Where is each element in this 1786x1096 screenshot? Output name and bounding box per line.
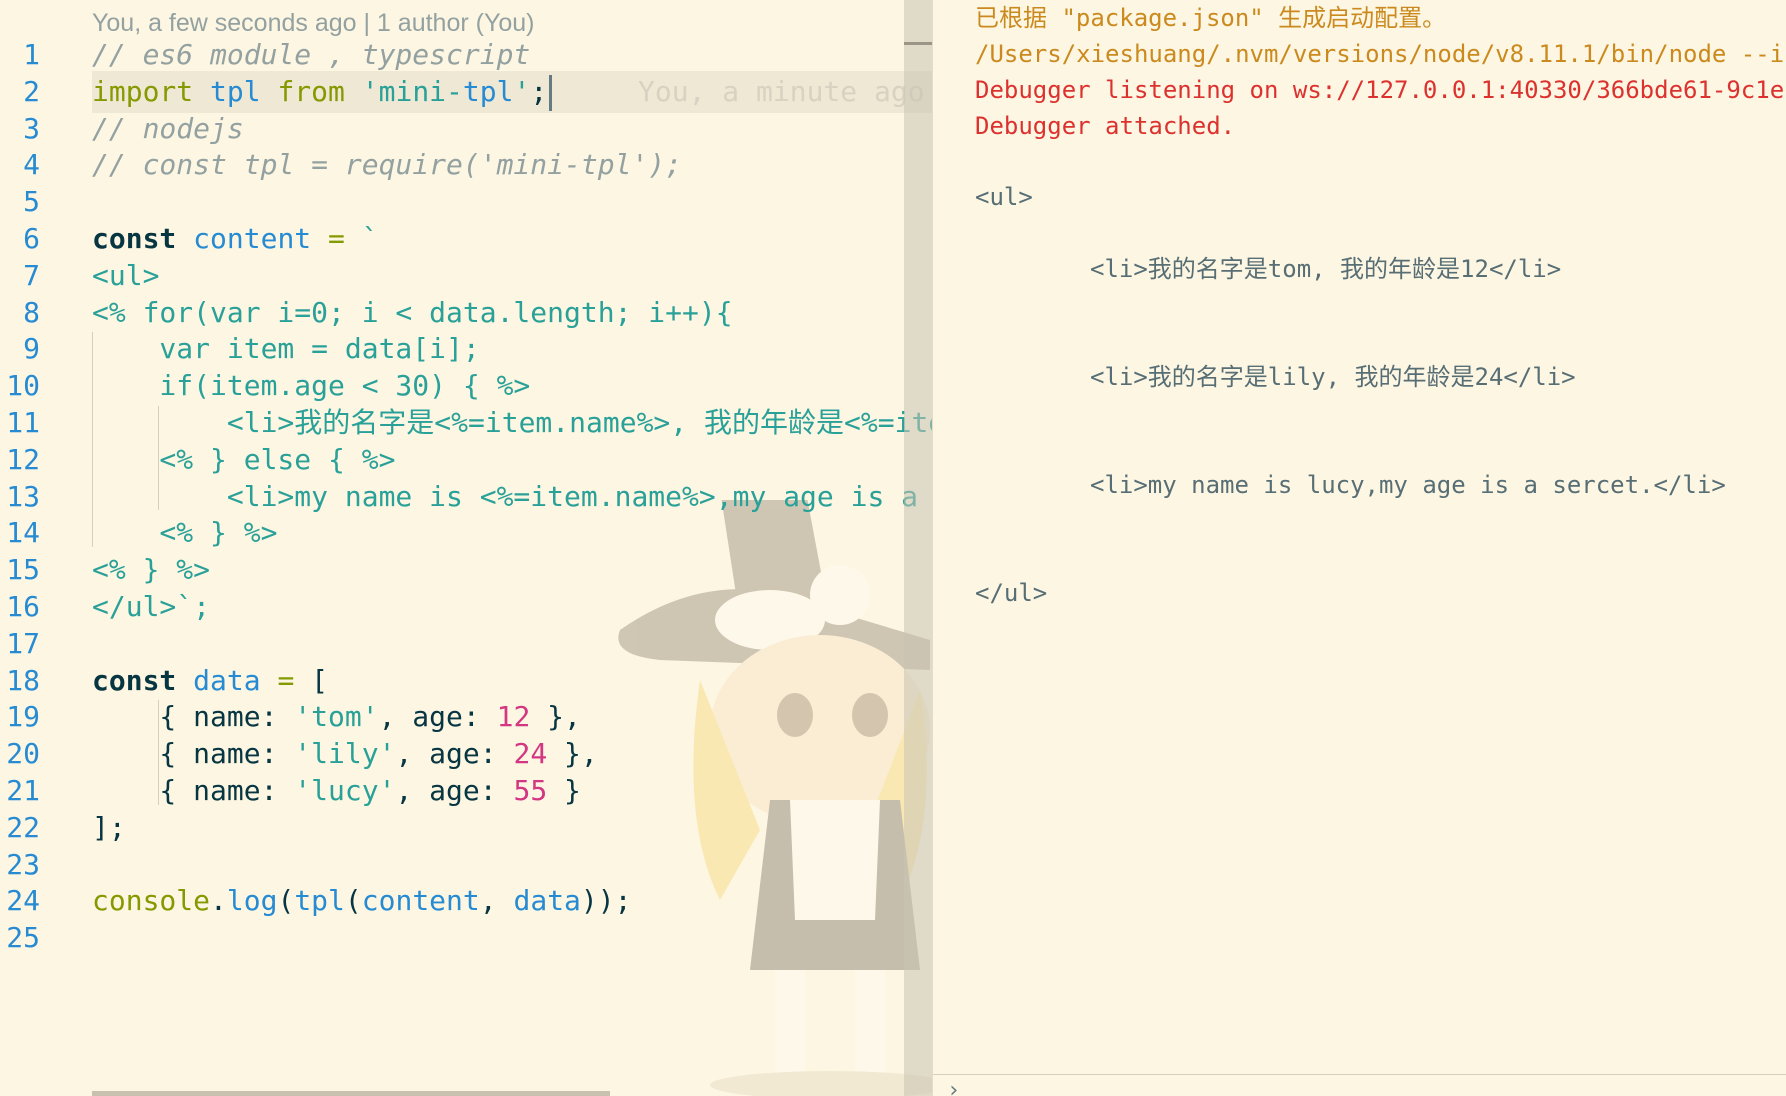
code-line[interactable]: 14 <% } %> — [0, 512, 932, 554]
code-line[interactable]: 21 { name: 'lucy', age: 55 } — [0, 770, 932, 812]
line-number[interactable]: 14 — [0, 512, 40, 554]
line-number[interactable]: 1 — [0, 34, 40, 76]
code-text[interactable]: // es6 module , typescript — [92, 34, 530, 76]
code-editor[interactable]: You, a few seconds ago | 1 author (You) … — [0, 0, 932, 1096]
indent-guide — [158, 700, 159, 805]
line-number[interactable]: 5 — [0, 181, 40, 223]
text-cursor — [549, 74, 553, 111]
code-text[interactable]: </ul>`; — [92, 586, 210, 628]
indent-guide — [92, 332, 93, 548]
line-number[interactable]: 22 — [0, 807, 40, 849]
output-line: Debugger attached. — [975, 112, 1236, 140]
line-number[interactable]: 11 — [0, 402, 40, 444]
code-text[interactable]: const content = ` — [92, 218, 379, 260]
code-line[interactable]: 4 // const tpl = require('mini-tpl'); — [0, 144, 932, 186]
code-line[interactable]: 22]; — [0, 807, 932, 849]
line-number[interactable]: 4 — [0, 144, 40, 186]
code-text[interactable]: <% } %> — [92, 512, 277, 554]
code-line[interactable]: 16 </ul>`; — [0, 586, 932, 628]
code-line[interactable]: 8 <% for(var i=0; i < data.length; i++){ — [0, 292, 932, 334]
output-line: 已根据 "package.json" 生成启动配置。 — [975, 4, 1447, 32]
code-line[interactable]: 10 if(item.age < 30) { %> — [0, 365, 932, 407]
output-line: <li>我的名字是tom, 我的年龄是12</li> — [1090, 255, 1562, 283]
code-text[interactable]: { name: 'tom', age: 12 }, — [92, 696, 580, 738]
code-line[interactable]: 12 <% } else { %> — [0, 439, 932, 481]
code-text[interactable]: var item = data[i]; — [92, 328, 479, 370]
output-line: </ul> — [975, 579, 1048, 607]
code-line[interactable]: 2 import tpl from 'mini-tpl'; You, a minut… — [23, 70, 932, 113]
indent-guide — [158, 406, 159, 511]
line-number[interactable]: 16 — [0, 586, 40, 628]
output-line: <li>我的名字是lily, 我的年龄是24</li> — [1090, 363, 1576, 391]
debug-console-output[interactable]: 已根据 "package.json" 生成启动配置。 /Users/xieshua… — [932, 0, 1786, 1096]
line-number[interactable]: 7 — [0, 255, 40, 297]
line-number[interactable]: 15 — [0, 549, 40, 591]
horizontal-scrollbar[interactable] — [92, 1091, 610, 1096]
code-text[interactable]: if(item.age < 30) { %> — [92, 365, 530, 407]
code-line[interactable]: 11 <li>我的名字是<%=item.name%>, 我的年龄是<%=ite — [0, 402, 932, 444]
console-prompt-icon[interactable]: › — [947, 1078, 960, 1096]
code-line[interactable]: 20 { name: 'lily', age: 24 }, — [0, 733, 932, 775]
code-text[interactable]: <li>my name is <%=item.name%>,my age is … — [92, 476, 918, 518]
line-number[interactable]: 12 — [0, 439, 40, 481]
line-number[interactable]: 8 — [0, 292, 40, 334]
vertical-scrollbar[interactable] — [904, 0, 932, 1096]
code-text[interactable]: // nodejs — [92, 108, 244, 150]
line-number[interactable]: 9 — [0, 328, 40, 370]
code-line[interactable]: 19 { name: 'tom', age: 12 }, — [0, 696, 932, 738]
code-text[interactable]: console.log(tpl(content, data)); — [92, 880, 632, 922]
inline-blame-annotation: You, a minute ago — [638, 74, 925, 108]
output-line: Debugger listening on ws://127.0.0.1:403… — [975, 76, 1786, 104]
code-text[interactable]: <% for(var i=0; i < data.length; i++){ — [92, 292, 733, 334]
code-text[interactable]: // const tpl = require('mini-tpl'); — [92, 144, 682, 186]
output-line: /Users/xieshuang/.nvm/versions/node/v8.1… — [975, 40, 1785, 68]
line-number[interactable]: 23 — [0, 844, 40, 886]
line-number[interactable]: 19 — [0, 696, 40, 738]
code-line[interactable]: 18 const data = [ — [0, 660, 932, 702]
console-input-divider — [933, 1074, 1786, 1075]
line-number[interactable]: 25 — [0, 917, 40, 959]
line-number[interactable]: 2 — [0, 71, 40, 113]
line-number[interactable]: 17 — [0, 623, 40, 665]
code-line[interactable]: 25 — [0, 917, 932, 959]
line-number[interactable]: 6 — [0, 218, 40, 260]
code-text[interactable]: <li>我的名字是<%=item.name%>, 我的年龄是<%=ite — [92, 402, 932, 444]
code-line[interactable]: 24 console.log(tpl(content, data)); — [0, 880, 932, 922]
code-line[interactable]: 17 — [0, 623, 932, 665]
line-number[interactable]: 18 — [0, 660, 40, 702]
code-line[interactable]: 5 — [0, 181, 932, 223]
code-line[interactable]: 13 <li>my name is <%=item.name%>,my age … — [0, 476, 932, 518]
output-line: <li>my name is lucy,my age is a sercet.<… — [1090, 471, 1726, 499]
code-text[interactable]: <ul> — [92, 255, 159, 297]
code-line[interactable]: 6 const content = ` — [0, 218, 932, 260]
code-line[interactable]: 23 — [0, 844, 932, 886]
output-line: <ul> — [975, 183, 1033, 211]
code-text[interactable]: import tpl from 'mini-tpl'; — [92, 71, 553, 113]
code-text[interactable]: ]; — [92, 807, 126, 849]
line-number[interactable]: 20 — [0, 733, 40, 775]
code-line[interactable]: 3 // nodejs — [0, 108, 932, 150]
code-line[interactable]: 9 var item = data[i]; — [0, 328, 932, 370]
scrollbar-position-marker — [904, 42, 932, 45]
line-number[interactable]: 10 — [0, 365, 40, 407]
code-text[interactable]: <% } %> — [92, 549, 210, 591]
line-number[interactable]: 21 — [0, 770, 40, 812]
code-line[interactable]: 15 <% } %> — [0, 549, 932, 591]
line-number[interactable]: 3 — [0, 108, 40, 150]
code-text[interactable]: const data = [ — [92, 660, 328, 702]
code-text[interactable]: { name: 'lily', age: 24 }, — [92, 733, 597, 775]
line-number[interactable]: 24 — [0, 880, 40, 922]
code-text[interactable]: { name: 'lucy', age: 55 } — [92, 770, 580, 812]
line-number[interactable]: 13 — [0, 476, 40, 518]
code-text[interactable]: <% } else { %> — [92, 439, 395, 481]
code-line[interactable]: 7 <ul> — [0, 255, 932, 297]
code-line[interactable]: 1 // es6 module , typescript — [0, 34, 932, 76]
